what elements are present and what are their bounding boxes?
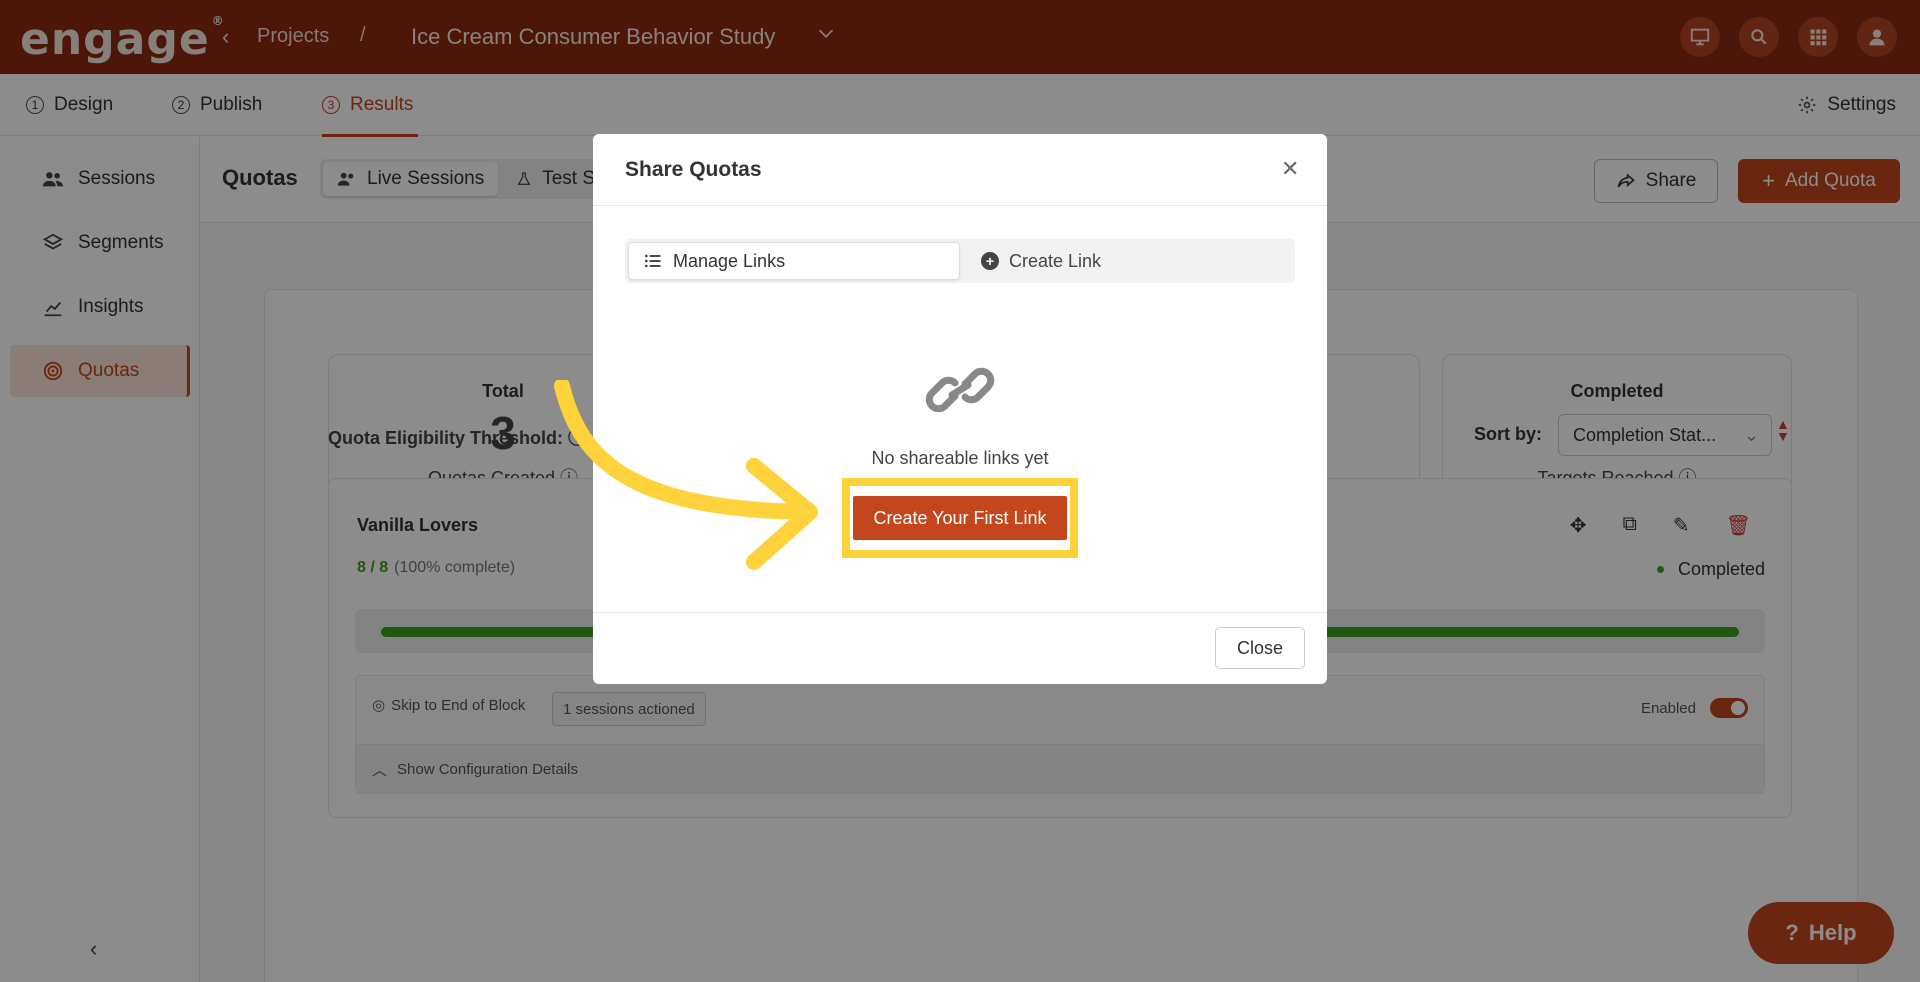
close-button[interactable]: Close [1215, 627, 1305, 669]
tutorial-arrow-icon [554, 380, 818, 570]
modal-footer: Close [593, 612, 1327, 684]
plus-circle-icon: + [981, 252, 999, 270]
create-first-link-button[interactable]: Create Your First Link [853, 496, 1067, 540]
link-icon [925, 362, 995, 423]
list-icon [645, 254, 661, 268]
tab-manage-links[interactable]: Manage Links [628, 242, 960, 280]
modal-title: Share Quotas [625, 158, 762, 181]
modal-tabs: Manage Links + Create Link [625, 239, 1295, 283]
close-icon[interactable]: ✕ [1281, 156, 1299, 182]
modal-header: Share Quotas ✕ [593, 134, 1327, 206]
tab-create-link[interactable]: + Create Link [967, 242, 1287, 280]
